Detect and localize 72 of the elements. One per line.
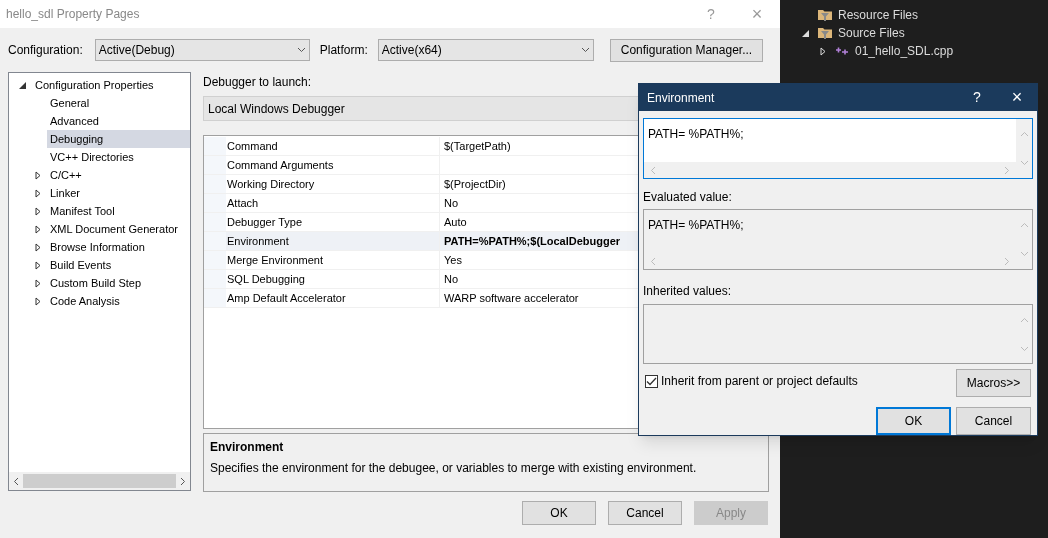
configuration-manager-button[interactable]: Configuration Manager... (609, 38, 764, 62)
property-name: Merge Environment (226, 251, 440, 269)
tree-item[interactable]: Custom Build Step (47, 274, 190, 292)
plus-plus-icon (835, 46, 849, 56)
solution-item[interactable]: Source Files (836, 24, 905, 42)
property-value: No (444, 271, 459, 287)
chevron-down-icon (580, 47, 590, 53)
chevron-right-icon[interactable] (180, 476, 186, 486)
description-title: Environment (210, 439, 285, 456)
solution-item[interactable]: Resource Files (836, 6, 919, 24)
property-name: SQL Debugging (226, 270, 440, 288)
debugger-label: Debugger to launch: (203, 74, 313, 90)
chevron-down-icon (296, 47, 306, 53)
collapsed-triangle-icon[interactable] (33, 224, 42, 234)
collapsed-triangle-icon[interactable] (819, 46, 827, 56)
tree-item[interactable]: Code Analysis (47, 292, 190, 310)
tree-item[interactable]: Advanced (47, 112, 190, 130)
tree-item[interactable]: VC++ Directories (47, 148, 190, 166)
configuration-label: Configuration: (8, 42, 83, 59)
collapsed-triangle-icon[interactable] (33, 278, 42, 288)
tree-item[interactable]: XML Document Generator (47, 220, 190, 238)
expanded-triangle-icon[interactable] (802, 28, 810, 38)
dialog-button[interactable]: OK (876, 407, 951, 435)
collapsed-triangle-icon[interactable] (33, 170, 42, 180)
scrollbar-thumb[interactable] (23, 474, 176, 488)
tree-item[interactable]: Linker (47, 184, 190, 202)
evaluated-value-field: PATH= %PATH%; (643, 209, 1033, 270)
chevron-left-icon[interactable] (13, 476, 19, 486)
property-value: $(ProjectDir) (444, 176, 506, 192)
property-value: $(TargetPath) (444, 138, 511, 154)
platform-label: Platform: (319, 42, 368, 59)
property-name: Environment (226, 232, 440, 250)
close-button[interactable]: × (997, 84, 1037, 111)
property-value: WARP software accelerator (444, 290, 579, 306)
inherit-checkbox[interactable]: Inherit from parent or project defaults (645, 372, 858, 390)
property-value: PATH=%PATH%;$(LocalDebugger (444, 233, 621, 249)
property-value: No (444, 195, 459, 211)
description-text: Specifies the environment for the debugee, or variables to merge with existing environment. (210, 460, 698, 477)
tree-item[interactable]: General (47, 94, 190, 112)
collapsed-triangle-icon[interactable] (33, 260, 42, 270)
dialog-button[interactable]: Cancel (608, 501, 682, 525)
checkbox[interactable] (645, 374, 658, 388)
tree-item[interactable]: Build Events (47, 256, 190, 274)
tree-item[interactable]: Debugging (47, 130, 190, 148)
macros-button[interactable]: Macros>> (956, 369, 1031, 397)
window-title: hello_sdl Property Pages (6, 6, 140, 23)
configuration-dropdown[interactable]: Active(Debug) (94, 39, 310, 61)
tree-item[interactable]: C/C++ (47, 166, 190, 184)
collapsed-triangle-icon[interactable] (33, 242, 42, 252)
platform-dropdown[interactable]: Active(x64) (377, 39, 594, 61)
property-name: Command Arguments (226, 156, 440, 174)
collapsed-triangle-icon[interactable] (33, 188, 42, 198)
property-name: Debugger Type (226, 213, 440, 231)
tree-item[interactable]: Browse Information (47, 238, 190, 256)
help-button[interactable]: ? (957, 87, 997, 108)
property-name: Command (226, 137, 440, 155)
property-name: Working Directory (226, 175, 440, 193)
solution-item[interactable]: 01_hello_SDL.cpp (853, 42, 954, 60)
property-value: Auto (444, 214, 467, 230)
folder-filter-icon (817, 8, 833, 22)
collapsed-triangle-icon[interactable] (33, 296, 42, 306)
tree-item[interactable]: Configuration Properties (32, 76, 190, 94)
tree-item[interactable]: Manifest Tool (47, 202, 190, 220)
property-name: Attach (226, 194, 440, 212)
dialog-button[interactable]: Cancel (956, 407, 1031, 435)
expanded-triangle-icon[interactable] (18, 80, 27, 90)
dialog-button[interactable]: OK (522, 501, 596, 525)
horizontal-scrollbar[interactable] (9, 472, 190, 490)
property-value: Yes (444, 252, 462, 268)
folder-filter-icon (817, 26, 833, 40)
property-name: Amp Default Accelerator (226, 289, 440, 307)
collapsed-triangle-icon[interactable] (33, 206, 42, 216)
